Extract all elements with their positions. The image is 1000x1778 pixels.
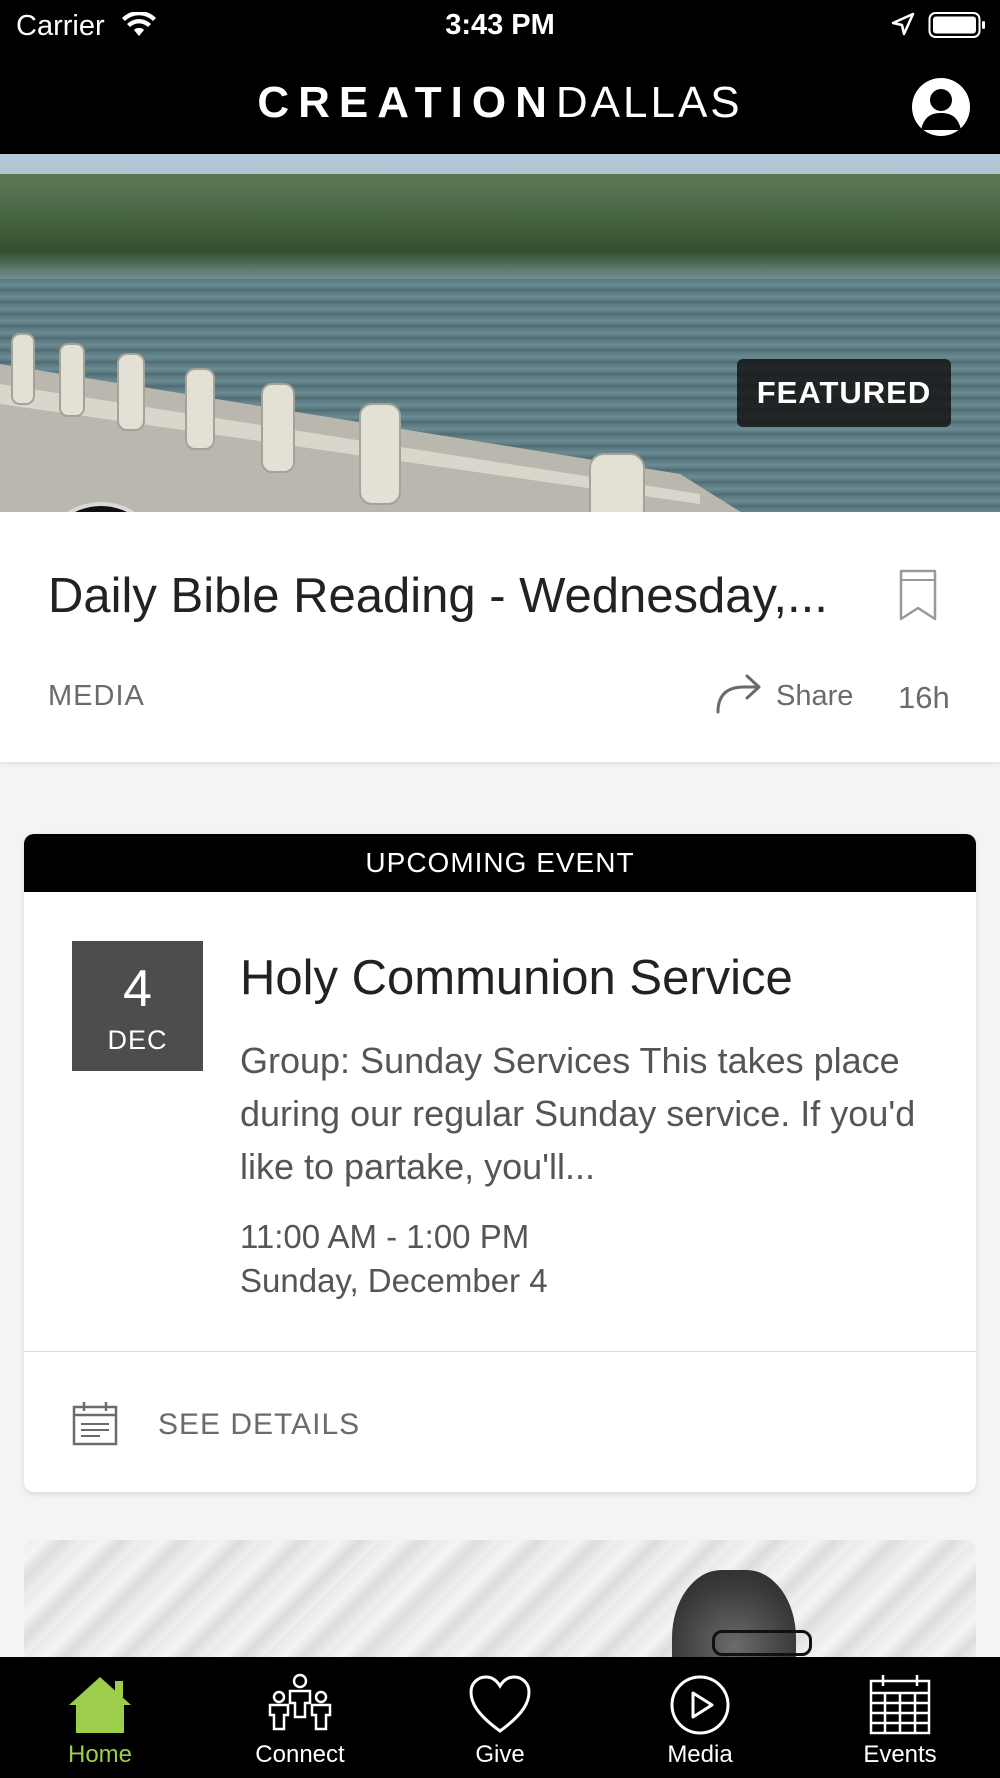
event-card-header: UPCOMING EVENT <box>24 834 976 892</box>
event-time: 11:00 AM - 1:00 PM <box>240 1218 530 1255</box>
tab-media[interactable]: Media <box>600 1657 800 1778</box>
tab-home-label: Home <box>67 1741 133 1768</box>
location-arrow-icon <box>890 12 916 43</box>
share-button[interactable]: Share <box>714 672 853 722</box>
app-screen: Carrier 3:43 PM CREATIONDALLAS FEATURED … <box>0 0 1000 1778</box>
play-circle-icon <box>665 1673 735 1737</box>
tab-media-label: Media <box>667 1741 733 1768</box>
event-month: DEC <box>107 1025 168 1055</box>
home-icon <box>65 1673 135 1737</box>
calendar-details-icon <box>72 1402 118 1450</box>
event-date-box: 4 DEC <box>72 941 203 1071</box>
stone-railing <box>0 333 741 512</box>
tree-line <box>0 174 1000 284</box>
user-profile-icon[interactable] <box>912 78 970 136</box>
tab-connect[interactable]: Connect <box>200 1657 400 1778</box>
event-title[interactable]: Holy Communion Service <box>240 950 940 1006</box>
tab-give[interactable]: Give <box>400 1657 600 1778</box>
tab-home[interactable]: Home <box>0 1657 200 1778</box>
brand-light: DALLAS <box>555 78 743 127</box>
featured-age: 16h <box>898 680 950 715</box>
brand-bold: CREATION <box>257 78 556 127</box>
event-description: Group: Sunday Services This takes place … <box>240 1040 916 1187</box>
brand-logo[interactable]: CREATIONDALLAS <box>0 78 1000 128</box>
app-header: CREATIONDALLAS <box>0 50 1000 154</box>
featured-type-label: MEDIA <box>48 680 145 712</box>
featured-card[interactable]: Daily Bible Reading - Wednesday,... MEDI… <box>0 512 1000 762</box>
tab-events-label: Events <box>863 1741 937 1768</box>
tab-give-label: Give <box>475 1741 525 1768</box>
speaker-glasses <box>712 1630 812 1656</box>
heart-icon <box>465 1673 535 1737</box>
event-date: Sunday, December 4 <box>240 1262 548 1299</box>
tab-connect-label: Connect <box>255 1741 345 1768</box>
event-divider <box>24 1351 976 1352</box>
featured-badge: FEATURED <box>737 359 951 427</box>
see-details-label: SEE DETAILS <box>158 1408 361 1441</box>
bottom-tab-bar: Home Connect Give Media Events <box>0 1657 1000 1778</box>
event-day: 4 <box>123 960 152 1018</box>
featured-image[interactable]: FEATURED <box>0 154 1000 512</box>
share-arrow-icon <box>714 674 762 718</box>
tab-events[interactable]: Events <box>800 1657 1000 1778</box>
see-details-button[interactable]: SEE DETAILS <box>72 1400 359 1450</box>
battery-icon <box>928 11 986 44</box>
event-card[interactable]: UPCOMING EVENT 4 DEC Holy Communion Serv… <box>24 834 976 1492</box>
calendar-icon <box>865 1673 935 1737</box>
people-icon <box>265 1673 335 1737</box>
clock: 3:43 PM <box>445 9 555 41</box>
share-label: Share <box>776 680 854 712</box>
status-bar: Carrier 3:43 PM <box>0 0 1000 50</box>
bookmark-icon[interactable] <box>898 568 938 627</box>
featured-title[interactable]: Daily Bible Reading - Wednesday,... <box>48 568 848 624</box>
